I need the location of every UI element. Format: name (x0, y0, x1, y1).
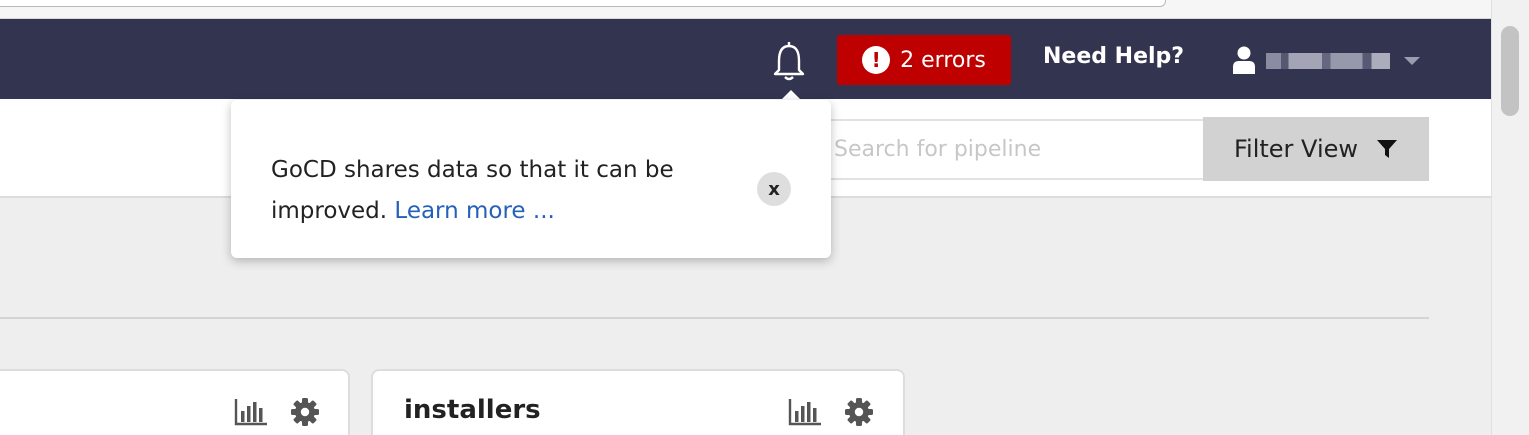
analytics-icon[interactable] (788, 397, 822, 427)
gear-icon[interactable] (288, 397, 322, 427)
errors-badge[interactable]: ! 2 errors (837, 35, 1011, 85)
analytics-icon[interactable] (234, 397, 268, 427)
section-divider (0, 317, 1429, 319)
learn-more-link[interactable]: Learn more ... (394, 198, 554, 224)
user-name: J (1266, 53, 1390, 69)
pipeline-group-card (0, 369, 350, 435)
close-notification-button[interactable]: x (757, 172, 791, 206)
user-menu[interactable]: J (1232, 43, 1432, 77)
gear-icon[interactable] (842, 397, 876, 427)
data-sharing-notification: GoCD shares data so that it can be impro… (231, 100, 831, 258)
help-link[interactable]: Need Help? (1043, 44, 1184, 69)
pipeline-group-card: installers (371, 369, 905, 435)
filter-icon (1377, 140, 1398, 158)
pipeline-search-input[interactable] (810, 119, 1205, 180)
filter-view-label: Filter View (1233, 135, 1359, 163)
bell-icon[interactable] (771, 41, 807, 83)
errors-label: 2 errors (900, 47, 986, 73)
browser-toolbar (0, 0, 1491, 19)
pipeline-group-title[interactable]: installers (404, 395, 541, 425)
filter-view-button[interactable]: Filter View (1203, 117, 1429, 181)
vertical-scrollbar[interactable] (1491, 0, 1529, 435)
notification-text: GoCD shares data so that it can be impro… (271, 150, 741, 232)
address-bar[interactable] (0, 0, 1166, 7)
scrollbar-thumb[interactable] (1501, 26, 1519, 116)
chevron-down-icon (1404, 57, 1420, 65)
exclamation-icon: ! (862, 46, 891, 74)
user-icon (1233, 46, 1255, 74)
